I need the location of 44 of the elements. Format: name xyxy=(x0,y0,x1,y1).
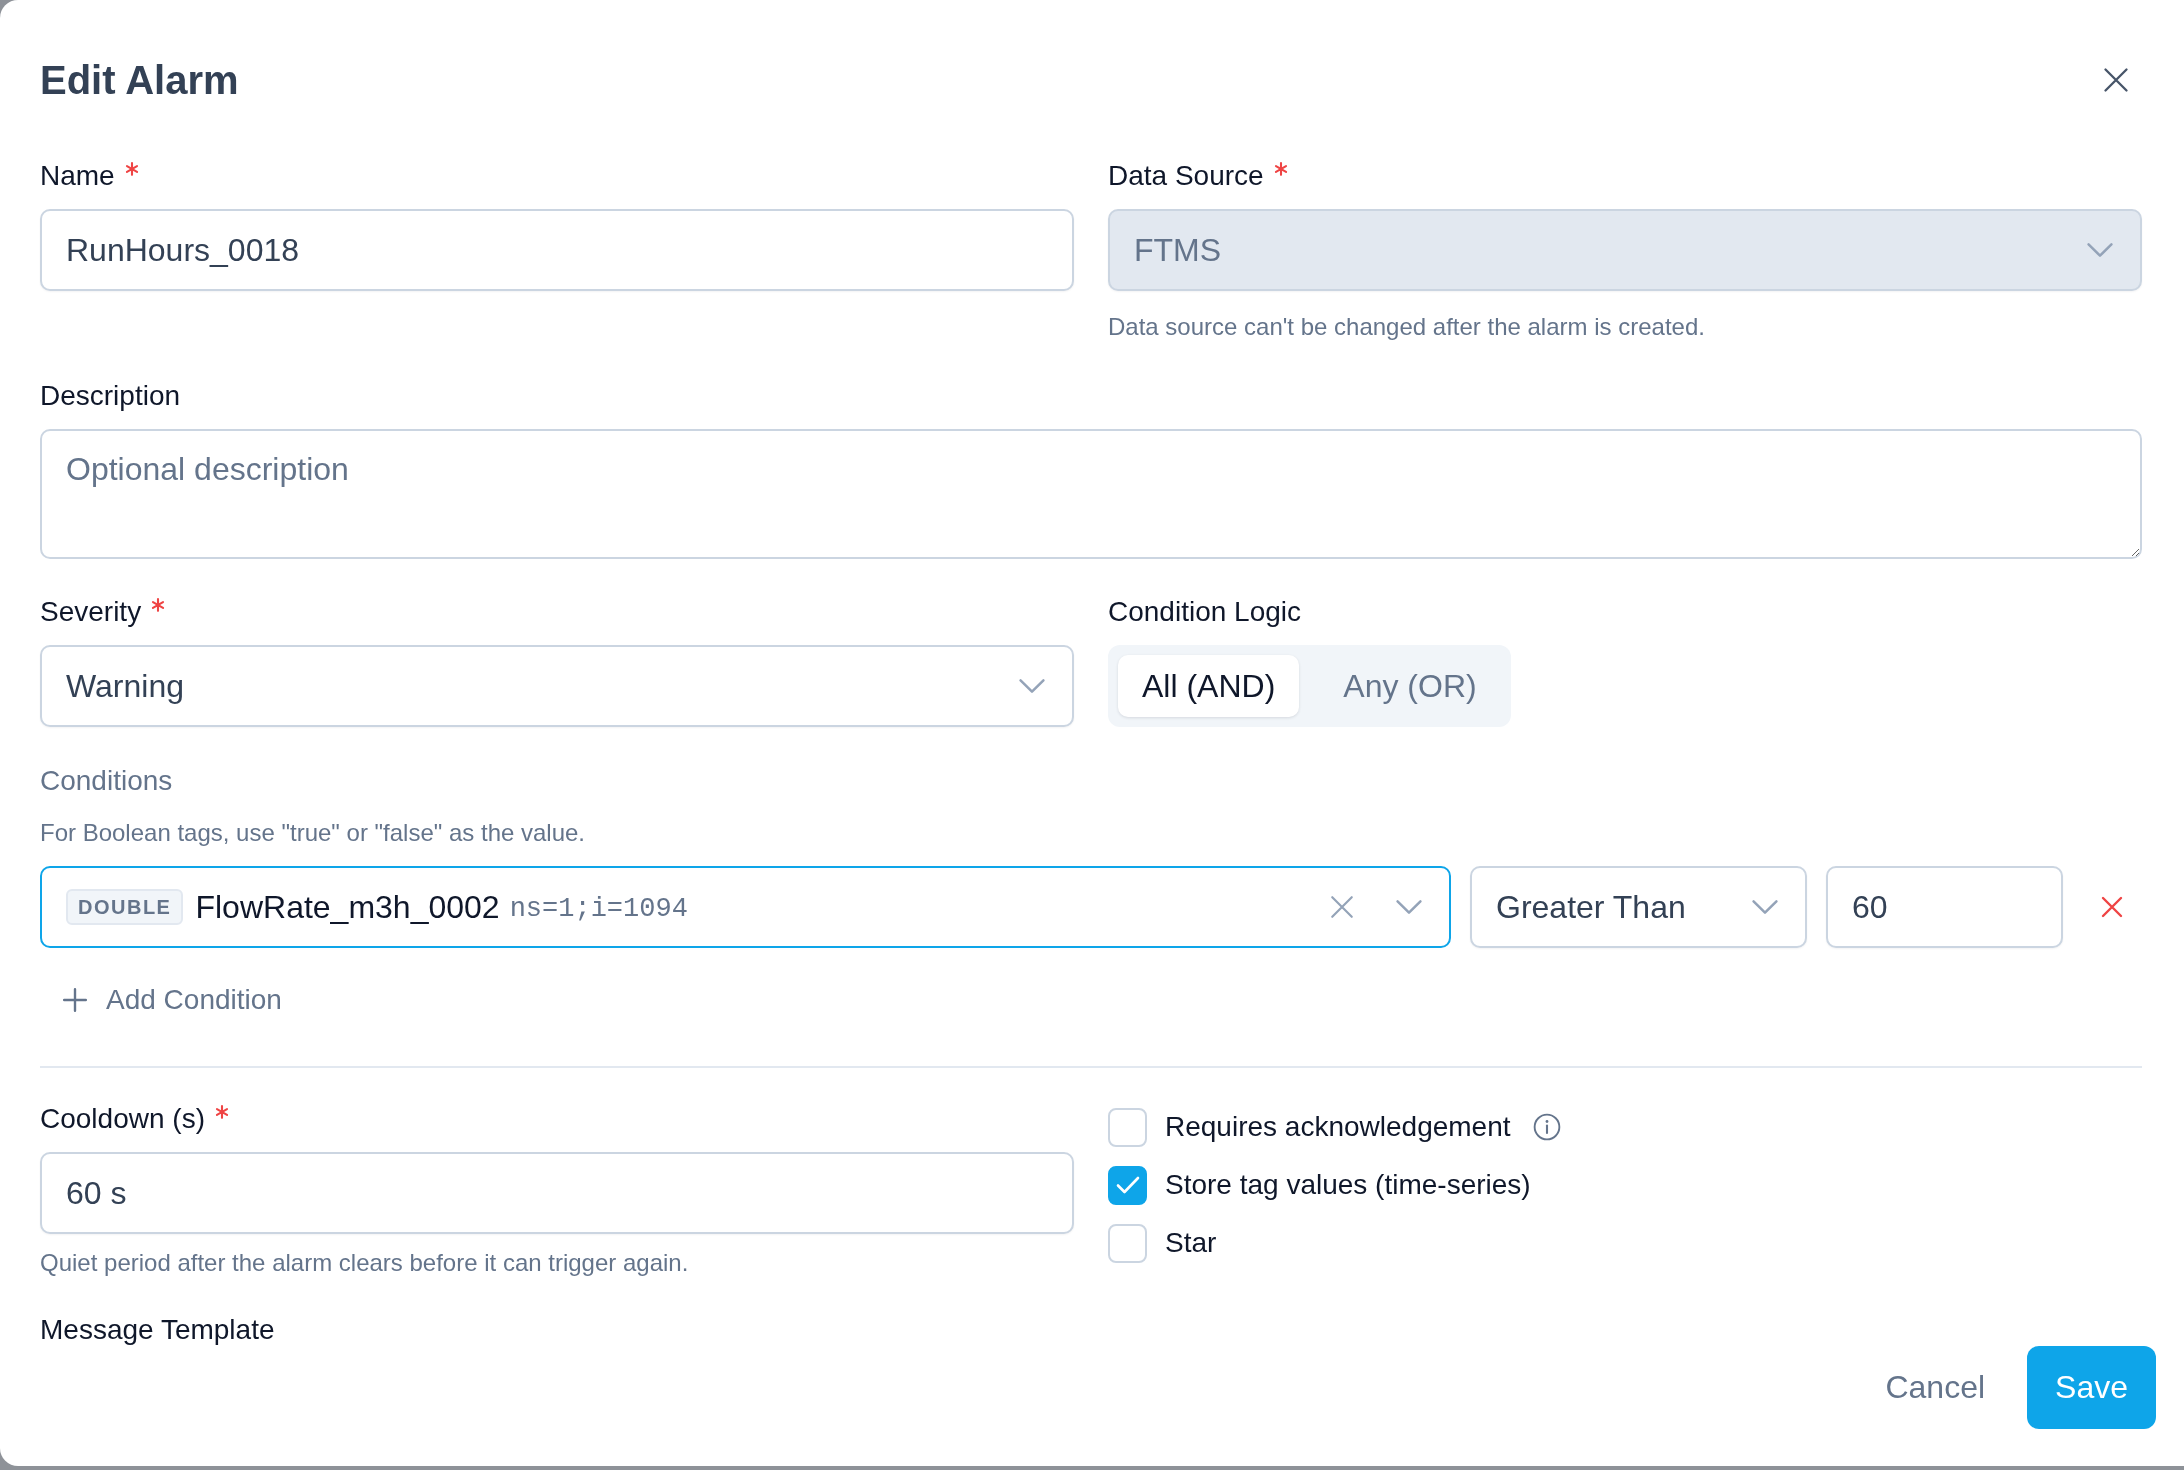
tag-name: FlowRate_m3h_0002 xyxy=(195,888,500,926)
add-condition-button[interactable]: Add Condition xyxy=(40,973,298,1026)
field-label: Cooldown (s) xyxy=(40,1102,205,1136)
helper-text: Quiet period after the alarm clears before it can trigger again. xyxy=(40,1248,690,1278)
name-field[interactable]: RunHours_0018 xyxy=(40,209,1074,291)
cancel-button[interactable]: Cancel xyxy=(1865,1346,2006,1429)
field-label: Name xyxy=(40,159,115,193)
checkbox-label: Requires acknowledgement xyxy=(1165,1110,1511,1144)
close-icon xyxy=(2102,66,2130,94)
plus-icon xyxy=(62,986,88,1013)
field-label: Condition Logic xyxy=(1108,595,1302,629)
logic-tab[interactable]: All (AND) xyxy=(1118,655,1300,717)
clear-button[interactable] xyxy=(1329,894,1355,920)
x-icon xyxy=(2100,895,2124,919)
x-icon xyxy=(1329,894,1355,920)
helper-text: For Boolean tags, use "true" or "false" as the value. xyxy=(40,818,587,848)
chevron-down-icon xyxy=(1018,678,1046,694)
field-label: Description xyxy=(40,379,181,413)
dialog-title: Edit Alarm xyxy=(40,57,239,104)
cooldown-field[interactable]: 60 s xyxy=(40,1152,1074,1234)
chevron-down-icon xyxy=(1751,899,1779,915)
field-label: Severity xyxy=(40,595,142,629)
field-label: Data Source xyxy=(1108,159,1264,193)
tag-combobox[interactable]: DOUBLE FlowRate_m3h_0002 ns=1;i=1094 xyxy=(40,866,1451,948)
description-field[interactable]: Optional description xyxy=(40,429,2142,559)
checkbox[interactable] xyxy=(1108,1223,1147,1263)
chevron-down-icon xyxy=(1395,899,1423,915)
check-icon xyxy=(1115,1176,1140,1194)
checkbox[interactable] xyxy=(1108,1165,1147,1205)
operator-dropdown[interactable]: Greater Than xyxy=(1470,866,1807,948)
checkbox-label: Store tag values (time-series) xyxy=(1165,1168,1531,1202)
value-field[interactable]: 60 xyxy=(1826,866,2063,948)
checkbox[interactable] xyxy=(1108,1107,1147,1147)
helper-text: Data source can't be changed after the alarm is created. xyxy=(1108,312,1706,342)
tag-node-id: ns=1;i=1094 xyxy=(509,894,688,924)
info-icon[interactable] xyxy=(1532,1113,1561,1141)
close-button[interactable] xyxy=(2102,66,2130,94)
section-heading: Conditions xyxy=(40,764,174,798)
severity-dropdown[interactable]: Warning xyxy=(40,645,1074,727)
logic-tab[interactable]: Any (OR) xyxy=(1319,655,1501,717)
checkbox-label: Star xyxy=(1165,1226,1217,1260)
field-label: Message Template xyxy=(40,1314,275,1346)
type-badge: DOUBLE xyxy=(66,889,184,925)
chevron-down-icon xyxy=(2086,242,2114,258)
